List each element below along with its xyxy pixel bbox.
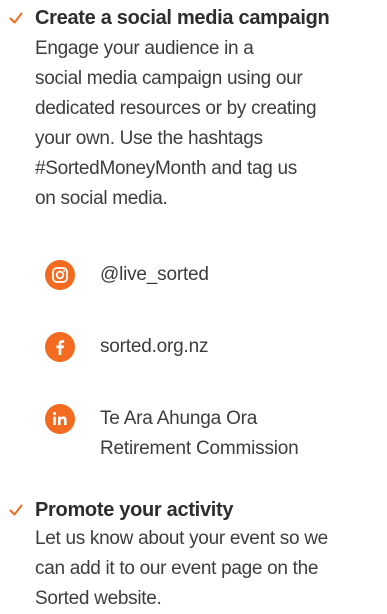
description-line: can add it to our event page on the: [35, 558, 319, 579]
item-heading: Promote your activity: [0, 497, 387, 523]
description-line: Engage your audience in a: [35, 38, 254, 59]
social-label-line: Retirement Commission: [100, 438, 299, 459]
social-link-label: sorted.org.nz: [100, 332, 208, 362]
description-line: Let us know about your event so we: [35, 528, 328, 549]
description-line: social media campaign using our: [35, 68, 303, 89]
item-heading: Create a social media campaign: [0, 5, 387, 31]
description-line: #SortedMoneyMonth and tag us: [35, 158, 297, 179]
social-label-line: sorted.org.nz: [100, 336, 209, 357]
check-icon: [9, 12, 23, 24]
description-line: Sorted website.: [35, 588, 162, 609]
description-line: your own. Use the hashtags: [35, 128, 263, 149]
facebook-icon: [45, 332, 75, 362]
item-description: Let us know about your event so we can a…: [0, 524, 387, 614]
check-icon: [9, 504, 23, 516]
instagram-icon: [45, 260, 75, 290]
description-line: dedicated resources or by creating: [35, 98, 317, 119]
description-line: on social media.: [35, 188, 168, 209]
social-link-label: Te Ara Ahunga Ora Retirement Commission: [100, 404, 299, 464]
checklist-item-promote-activity: Promote your activity Let us know about …: [0, 497, 387, 614]
item-heading-text: Create a social media campaign: [35, 7, 330, 29]
social-label-line: @live_sorted: [100, 264, 209, 285]
social-link-label: @live_sorted: [100, 260, 209, 290]
item-description: Engage your audience in a social media c…: [0, 34, 387, 214]
social-label-line: Te Ara Ahunga Ora: [100, 408, 258, 429]
linkedin-icon: [45, 404, 75, 434]
checklist-item-social-campaign: Create a social media campaign Engage yo…: [0, 5, 387, 214]
item-heading-text: Promote your activity: [35, 499, 234, 521]
